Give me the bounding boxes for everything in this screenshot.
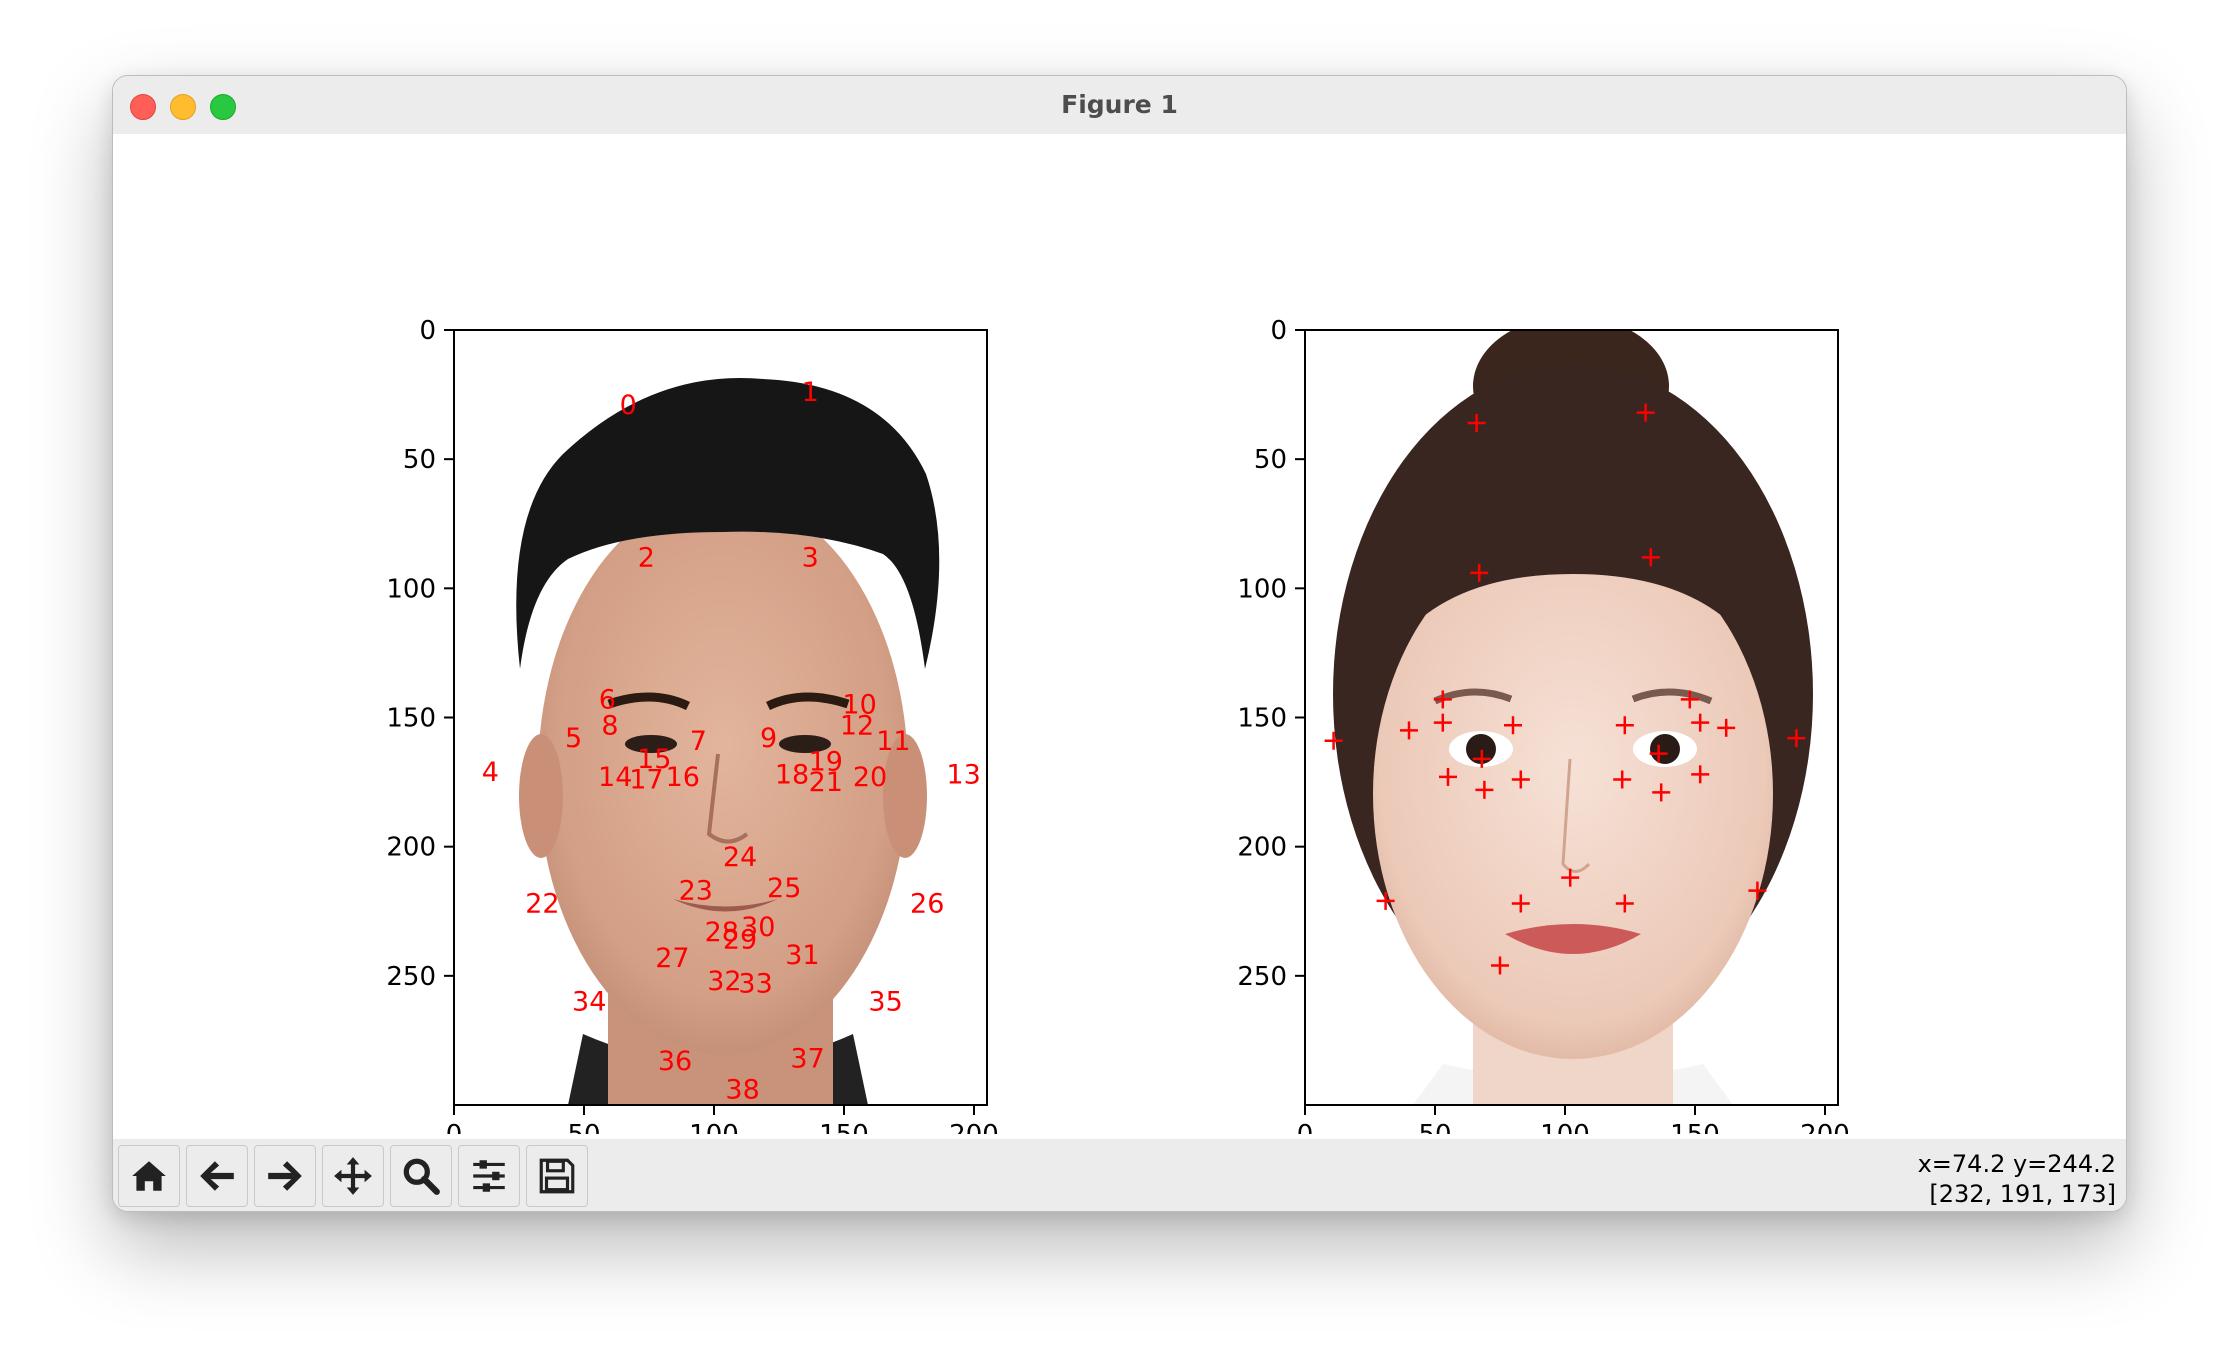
window-title: Figure 1 <box>1061 90 1178 119</box>
landmark-label-7: 7 <box>690 726 707 757</box>
y-tick-label-right-150: 150 <box>1237 704 1287 734</box>
landmark-label-35: 35 <box>868 987 902 1018</box>
move-icon <box>334 1157 372 1195</box>
cursor-readout: x=74.2 y=244.2 [232, 191, 173] <box>1918 1149 2116 1209</box>
landmark-label-32: 32 <box>707 966 741 997</box>
home-button[interactable] <box>118 1145 180 1207</box>
x-tick-label-left-100: 100 <box>689 1120 739 1134</box>
landmark-label-21: 21 <box>809 767 843 798</box>
landmark-label-0: 0 <box>620 390 637 421</box>
cursor-coordinates: x=74.2 y=244.2 <box>1917 1150 2116 1178</box>
x-tick-label-right-150: 150 <box>1670 1120 1720 1134</box>
landmark-label-24: 24 <box>723 842 757 873</box>
y-tick-label-left-100: 100 <box>386 574 436 604</box>
figure-canvas[interactable]: 050100150200050100150200250 050100150200… <box>113 134 2126 1150</box>
home-icon <box>132 1161 166 1191</box>
landmark-label-5: 5 <box>565 723 582 754</box>
landmark-label-27: 27 <box>655 943 689 974</box>
landmark-label-37: 37 <box>790 1044 824 1075</box>
landmark-label-38: 38 <box>725 1075 759 1106</box>
landmark-label-12: 12 <box>840 710 874 741</box>
y-tick-label-right-0: 0 <box>1270 316 1287 346</box>
figure-plot-area[interactable]: 050100150200050100150200250 050100150200… <box>113 134 2126 1150</box>
landmark-label-34: 34 <box>572 987 606 1018</box>
x-tick-label-right-100: 100 <box>1540 1120 1590 1134</box>
landmark-label-25: 25 <box>767 873 801 904</box>
y-tick-label-left-150: 150 <box>386 704 436 734</box>
landmark-label-14: 14 <box>598 762 632 793</box>
landmark-label-22: 22 <box>525 889 559 920</box>
landmark-label-33: 33 <box>738 969 772 1000</box>
sliders-icon <box>473 1160 505 1192</box>
y-tick-label-left-250: 250 <box>386 962 436 992</box>
landmark-label-23: 23 <box>679 876 713 907</box>
y-tick-label-right-200: 200 <box>1237 833 1287 863</box>
arrow-right-icon <box>268 1161 302 1191</box>
landmark-label-13: 13 <box>946 759 980 790</box>
arrow-left-icon <box>200 1161 234 1191</box>
landmark-label-9: 9 <box>760 723 777 754</box>
configure-subplots-button[interactable] <box>458 1145 520 1207</box>
figure-window: Figure 1 0 50 100 150 200 250 0 50 100 1… <box>112 75 2127 1212</box>
landmark-label-18: 18 <box>775 759 809 790</box>
landmark-label-16: 16 <box>666 762 700 793</box>
back-button[interactable] <box>186 1145 248 1207</box>
cursor-pixel-value: [232, 191, 173] <box>1929 1180 2116 1208</box>
y-tick-label-left-200: 200 <box>386 833 436 863</box>
landmark-label-36: 36 <box>658 1046 692 1077</box>
forward-button[interactable] <box>254 1145 316 1207</box>
title-bar[interactable]: Figure 1 <box>113 76 2126 135</box>
save-button[interactable] <box>526 1145 588 1207</box>
landmark-label-4: 4 <box>482 757 499 788</box>
floppy-disk-icon <box>539 1158 575 1194</box>
face-photo-woman <box>1305 330 1838 1105</box>
x-tick-label-left-50: 50 <box>567 1120 600 1134</box>
y-tick-label-right-250: 250 <box>1237 962 1287 992</box>
landmark-label-30: 30 <box>741 912 775 943</box>
landmark-label-26: 26 <box>910 889 944 920</box>
x-tick-label-left-200: 200 <box>949 1120 999 1134</box>
x-tick-label-left-150: 150 <box>819 1120 869 1134</box>
landmark-label-1: 1 <box>802 377 819 408</box>
y-tick-label-right-50: 50 <box>1254 445 1287 475</box>
navigation-toolbar: x=74.2 y=244.2 [232, 191, 173] <box>113 1139 2126 1211</box>
pan-button[interactable] <box>322 1145 384 1207</box>
y-tick-label-right-100: 100 <box>1237 574 1287 604</box>
x-tick-label-right-50: 50 <box>1418 1120 1451 1134</box>
x-tick-label-right-200: 200 <box>1800 1120 1850 1134</box>
y-tick-label-left-50: 50 <box>403 445 436 475</box>
landmark-label-20: 20 <box>853 762 887 793</box>
landmark-label-31: 31 <box>785 940 819 971</box>
x-tick-label-left-0: 0 <box>446 1120 463 1134</box>
x-tick-label-right-0: 0 <box>1297 1120 1314 1134</box>
zoom-button[interactable] <box>390 1145 452 1207</box>
landmark-label-3: 3 <box>802 542 819 573</box>
landmark-label-8: 8 <box>601 710 618 741</box>
landmark-label-2: 2 <box>638 542 655 573</box>
landmark-label-11: 11 <box>876 726 910 757</box>
magnifier-icon <box>403 1158 440 1195</box>
y-tick-label-left-0: 0 <box>419 316 436 346</box>
landmark-label-17: 17 <box>629 765 663 796</box>
